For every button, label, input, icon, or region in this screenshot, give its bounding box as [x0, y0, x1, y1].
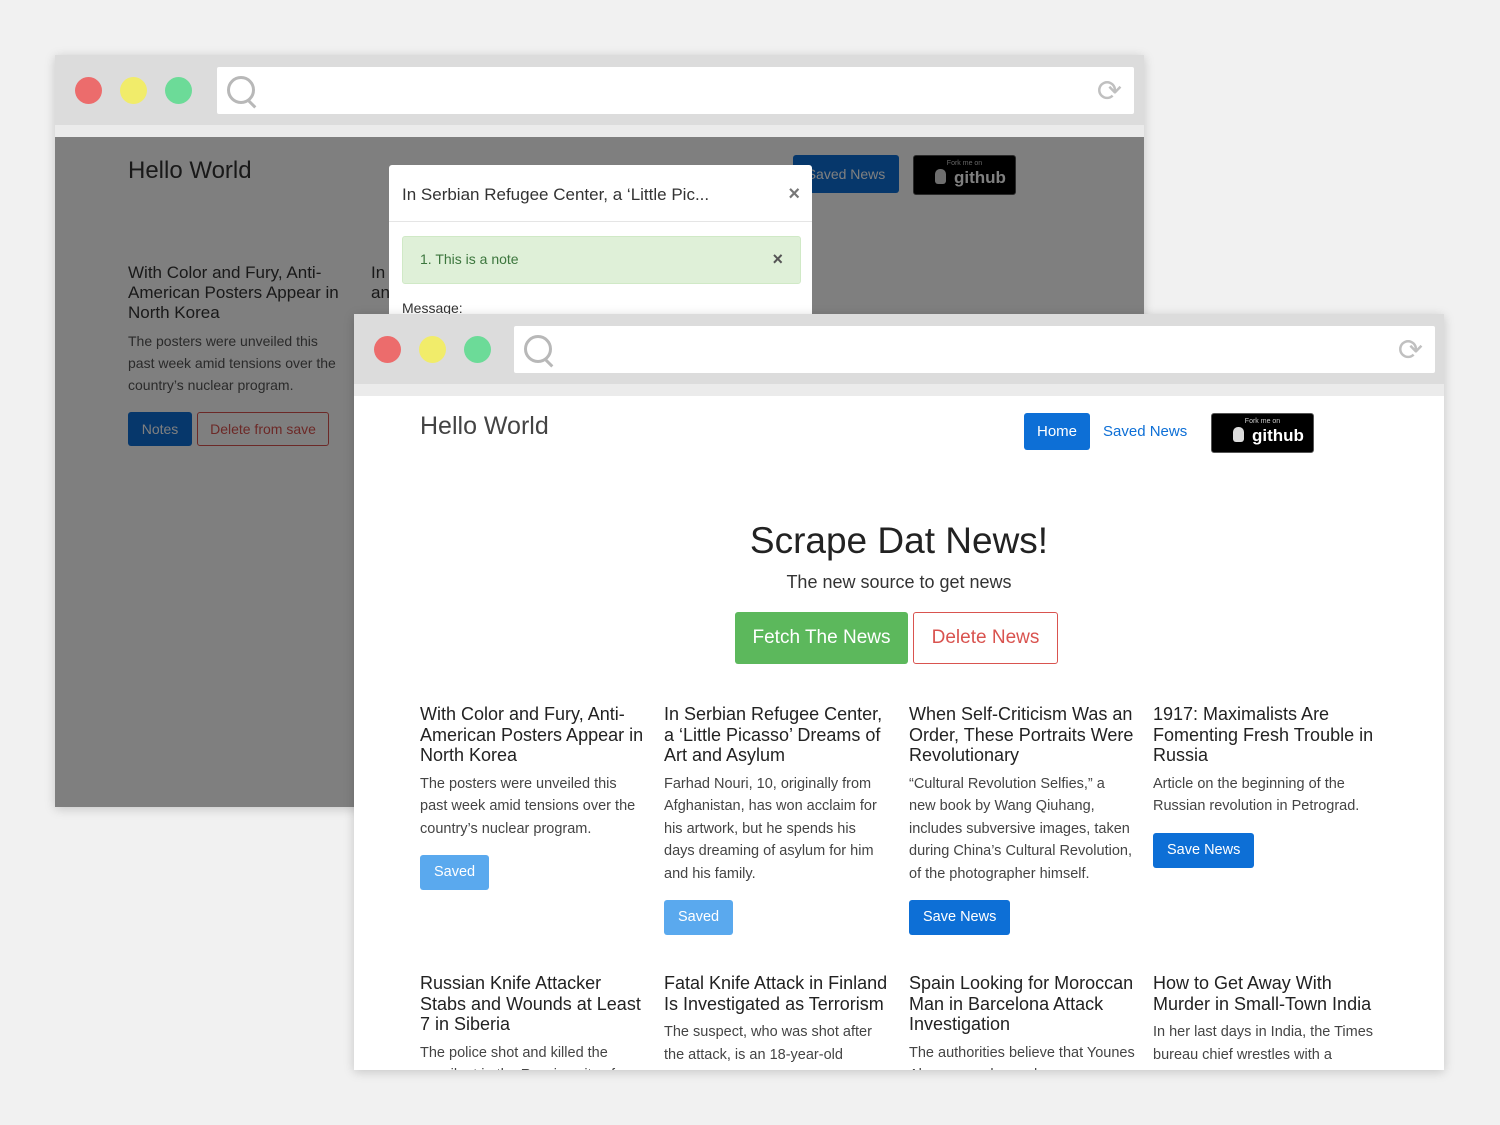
github-fork-badge[interactable]: Fork me on github [1211, 413, 1314, 453]
browser-toolbar: ⟳ [55, 55, 1144, 138]
hero-subtitle: The new source to get news [786, 572, 1012, 592]
hero-title: Scrape Dat News! [749, 520, 1049, 561]
article-card: Russian Knife Attacker Stabs and Wounds … [420, 973, 646, 1070]
front-page-content: Hello World Home Saved News Fork me on g… [354, 396, 1444, 1070]
article-summary: The posters were unveiled this past week… [420, 775, 636, 837]
saved-button[interactable]: Saved [420, 855, 490, 890]
article-summary: Farhad Nouri, 10, originally from Afghan… [664, 775, 877, 882]
close-window-button[interactable] [75, 77, 102, 104]
github-label: github [1252, 426, 1304, 445]
minimize-window-button[interactable] [120, 77, 147, 104]
minimize-window-button[interactable] [419, 336, 446, 363]
note-text: 1. This is a note [420, 251, 519, 267]
article-title: Russian Knife Attacker Stabs and Wounds … [420, 973, 641, 1034]
reload-icon[interactable]: ⟳ [1398, 336, 1423, 366]
save-news-button[interactable]: Save News [1153, 832, 1255, 868]
article-card: How to Get Away With Murder in Small-Tow… [1153, 973, 1379, 1070]
article-summary: The authorities believe that Younes Abou… [909, 1044, 1135, 1071]
nav-home-button[interactable]: Home [1024, 413, 1090, 450]
article-card: When Self-Criticism Was an Order, These … [909, 704, 1135, 935]
delete-news-button[interactable]: Delete News [913, 612, 1058, 664]
saved-button[interactable]: Saved [664, 900, 734, 935]
toolbar-divider [55, 125, 1144, 137]
toolbar-divider [354, 384, 1444, 396]
modal-close-icon[interactable]: × [788, 183, 800, 206]
article-summary: The suspect, who was shot after the atta… [664, 1024, 882, 1070]
github-fork-text: Fork me on [1244, 418, 1281, 425]
article-title: With Color and Fury, Anti-American Poste… [420, 704, 644, 765]
address-bar[interactable]: ⟳ [217, 67, 1134, 114]
modal-divider [389, 221, 812, 222]
article-card: In Serbian Refugee Center, a ‘Little Pic… [664, 704, 890, 935]
close-window-button[interactable] [374, 336, 401, 363]
article-title: 1917: Maximalists Are Fomenting Fresh Tr… [1153, 704, 1374, 765]
nav-saved-news-link[interactable]: Saved News [1103, 423, 1187, 440]
article-summary: “Cultural Revolution Selfies,” a new boo… [909, 775, 1132, 882]
navbar-brand[interactable]: Hello World [420, 412, 549, 441]
article-summary: The police shot and killed the assailant… [420, 1044, 615, 1071]
fetch-news-button[interactable]: Fetch The News [735, 612, 908, 664]
article-summary: Article on the beginning of the Russian … [1153, 775, 1360, 815]
search-icon [524, 335, 552, 363]
note-item: 1. This is a note × [402, 236, 801, 284]
article-title: When Self-Criticism Was an Order, These … [909, 704, 1134, 765]
modal-title: In Serbian Refugee Center, a ‘Little Pic… [402, 185, 710, 204]
article-title: How to Get Away With Murder in Small-Tow… [1153, 973, 1372, 1014]
article-summary: In her last days in India, the Times bur… [1153, 1024, 1374, 1070]
search-icon [227, 76, 255, 104]
article-title: Spain Looking for Moroccan Man in Barcel… [909, 973, 1134, 1034]
save-news-button[interactable]: Save News [909, 900, 1011, 935]
article-card: Spain Looking for Moroccan Man in Barcel… [909, 973, 1135, 1070]
article-card: 1917: Maximalists Are Fomenting Fresh Tr… [1153, 704, 1379, 868]
maximize-window-button[interactable] [464, 336, 491, 363]
maximize-window-button[interactable] [165, 77, 192, 104]
browser-toolbar: ⟳ [354, 314, 1444, 397]
article-title: Fatal Knife Attack in Finland Is Investi… [664, 973, 888, 1014]
article-title: In Serbian Refugee Center, a ‘Little Pic… [664, 704, 883, 765]
article-card: Fatal Knife Attack in Finland Is Investi… [664, 973, 890, 1070]
delete-note-icon[interactable]: × [772, 249, 783, 270]
article-card: With Color and Fury, Anti-American Poste… [420, 704, 646, 890]
front-browser-window: ⟳ Hello World Home Saved News Fork me on… [354, 314, 1444, 1070]
reload-icon[interactable]: ⟳ [1097, 77, 1122, 107]
address-bar[interactable]: ⟳ [514, 326, 1435, 373]
octocat-icon [1233, 427, 1244, 442]
